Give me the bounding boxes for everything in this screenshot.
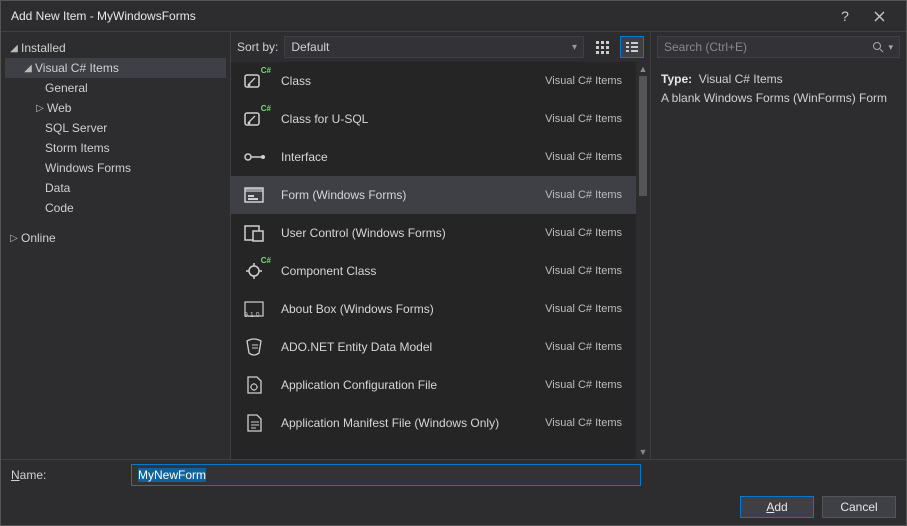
- template-category: Visual C# Items: [545, 303, 626, 315]
- grid-icon: [595, 40, 609, 54]
- template-list[interactable]: C# Class Visual C# Items C# Class for U-SQL V…: [231, 62, 636, 459]
- template-name: ADO.NET Entity Data Model: [281, 340, 531, 354]
- usercontrol-icon: [241, 220, 267, 246]
- chevron-down-icon: ◢: [7, 43, 21, 54]
- type-label: Type:: [661, 72, 692, 86]
- template-item[interactable]: C# Component Class Visual C# Items: [231, 252, 636, 290]
- list-scrollbar[interactable]: ▲ ▼: [636, 62, 650, 459]
- template-category: Visual C# Items: [545, 189, 626, 201]
- dropdown-icon: ▾: [888, 42, 893, 53]
- tree-label: Data: [45, 181, 70, 195]
- template-name: Application Configuration File: [281, 378, 531, 392]
- name-label: Name:: [11, 468, 121, 482]
- tree-label: Installed: [21, 41, 66, 55]
- details-panel: Type: Visual C# Items A blank Windows Fo…: [651, 62, 906, 116]
- template-name: User Control (Windows Forms): [281, 226, 531, 240]
- class-icon: C#: [241, 106, 267, 132]
- tree-label: SQL Server: [45, 121, 107, 135]
- sort-value: Default: [291, 40, 329, 54]
- template-category: Visual C# Items: [545, 379, 626, 391]
- type-value: Visual C# Items: [699, 72, 783, 86]
- tree-label: Visual C# Items: [35, 61, 119, 75]
- template-item[interactable]: Application Manifest File (Windows Only)…: [231, 404, 636, 442]
- cancel-button[interactable]: Cancel: [822, 496, 896, 518]
- component-icon: C#: [241, 258, 267, 284]
- template-name: Class for U-SQL: [281, 112, 531, 126]
- tree-node-installed[interactable]: ◢ Installed: [5, 38, 226, 58]
- tree-node-web[interactable]: ▷Web: [5, 98, 226, 118]
- scroll-down-arrow[interactable]: ▼: [636, 445, 650, 459]
- name-input[interactable]: [131, 464, 641, 486]
- tree-label: Code: [45, 201, 74, 215]
- template-category: Visual C# Items: [545, 341, 626, 353]
- tree-node-general[interactable]: General: [5, 78, 226, 98]
- template-name: About Box (Windows Forms): [281, 302, 531, 316]
- form-icon: [241, 182, 267, 208]
- tree-label: Windows Forms: [45, 161, 131, 175]
- manifest-icon: [241, 410, 267, 436]
- tree-label: General: [45, 81, 88, 95]
- template-item[interactable]: 9.1.0 About Box (Windows Forms) Visual C# …: [231, 290, 636, 328]
- close-icon: [874, 11, 885, 22]
- template-name: Component Class: [281, 264, 531, 278]
- add-button[interactable]: Add: [740, 496, 814, 518]
- category-tree[interactable]: ◢ Installed ◢ Visual C# Items General▷We…: [1, 32, 231, 459]
- sort-by-label: Sort by:: [237, 40, 278, 54]
- template-category: Visual C# Items: [545, 417, 626, 429]
- tree-node-code[interactable]: Code: [5, 198, 226, 218]
- help-button[interactable]: ?: [828, 3, 862, 29]
- template-item[interactable]: Application Configuration File Visual C# …: [231, 366, 636, 404]
- class-icon: C#: [241, 68, 267, 94]
- template-item[interactable]: User Control (Windows Forms) Visual C# It…: [231, 214, 636, 252]
- window-title: Add New Item - MyWindowsForms: [11, 9, 828, 23]
- interface-icon: [241, 144, 267, 170]
- tree-node-data[interactable]: Data: [5, 178, 226, 198]
- view-details-button[interactable]: [620, 36, 644, 58]
- close-button[interactable]: [862, 3, 896, 29]
- template-category: Visual C# Items: [545, 265, 626, 277]
- template-name: Form (Windows Forms): [281, 188, 531, 202]
- template-item[interactable]: ADO.NET Entity Data Model Visual C# Items: [231, 328, 636, 366]
- about-icon: 9.1.0: [241, 296, 267, 322]
- list-icon: [625, 40, 639, 54]
- tree-label: Web: [47, 101, 71, 115]
- template-category: Visual C# Items: [545, 113, 626, 125]
- tree-label: Storm Items: [45, 141, 110, 155]
- chevron-down-icon: ◢: [21, 63, 35, 74]
- scroll-thumb[interactable]: [639, 76, 647, 196]
- tree-node-sql-server[interactable]: SQL Server: [5, 118, 226, 138]
- chevron-right-icon: ▷: [7, 233, 21, 244]
- scroll-up-arrow[interactable]: ▲: [636, 62, 650, 76]
- ado-icon: [241, 334, 267, 360]
- chevron-right-icon: ▷: [33, 103, 47, 114]
- search-icon: [872, 41, 884, 53]
- template-name: Application Manifest File (Windows Only): [281, 416, 531, 430]
- tree-label: Online: [21, 231, 56, 245]
- template-item[interactable]: Form (Windows Forms) Visual C# Items: [231, 176, 636, 214]
- search-input[interactable]: Search (Ctrl+E) ▾: [657, 36, 900, 58]
- template-category: Visual C# Items: [545, 75, 626, 87]
- template-category: Visual C# Items: [545, 151, 626, 163]
- config-icon: [241, 372, 267, 398]
- tree-node-storm-items[interactable]: Storm Items: [5, 138, 226, 158]
- template-item[interactable]: Interface Visual C# Items: [231, 138, 636, 176]
- sort-by-combo[interactable]: Default ▾: [284, 36, 584, 58]
- item-description: A blank Windows Forms (WinForms) Form: [661, 89, 896, 108]
- search-placeholder: Search (Ctrl+E): [664, 40, 747, 54]
- template-item[interactable]: C# Class for U-SQL Visual C# Items: [231, 100, 636, 138]
- template-name: Interface: [281, 150, 531, 164]
- template-item[interactable]: C# Class Visual C# Items: [231, 62, 636, 100]
- title-bar: Add New Item - MyWindowsForms ?: [1, 1, 906, 31]
- tree-node-online[interactable]: ▷ Online: [5, 228, 226, 248]
- chevron-down-icon: ▾: [572, 42, 577, 53]
- template-category: Visual C# Items: [545, 227, 626, 239]
- tree-node-windows-forms[interactable]: Windows Forms: [5, 158, 226, 178]
- view-small-icons-button[interactable]: [590, 36, 614, 58]
- tree-node-csharp-items[interactable]: ◢ Visual C# Items: [5, 58, 226, 78]
- list-toolbar: Sort by: Default ▾: [231, 32, 650, 62]
- template-name: Class: [281, 74, 531, 88]
